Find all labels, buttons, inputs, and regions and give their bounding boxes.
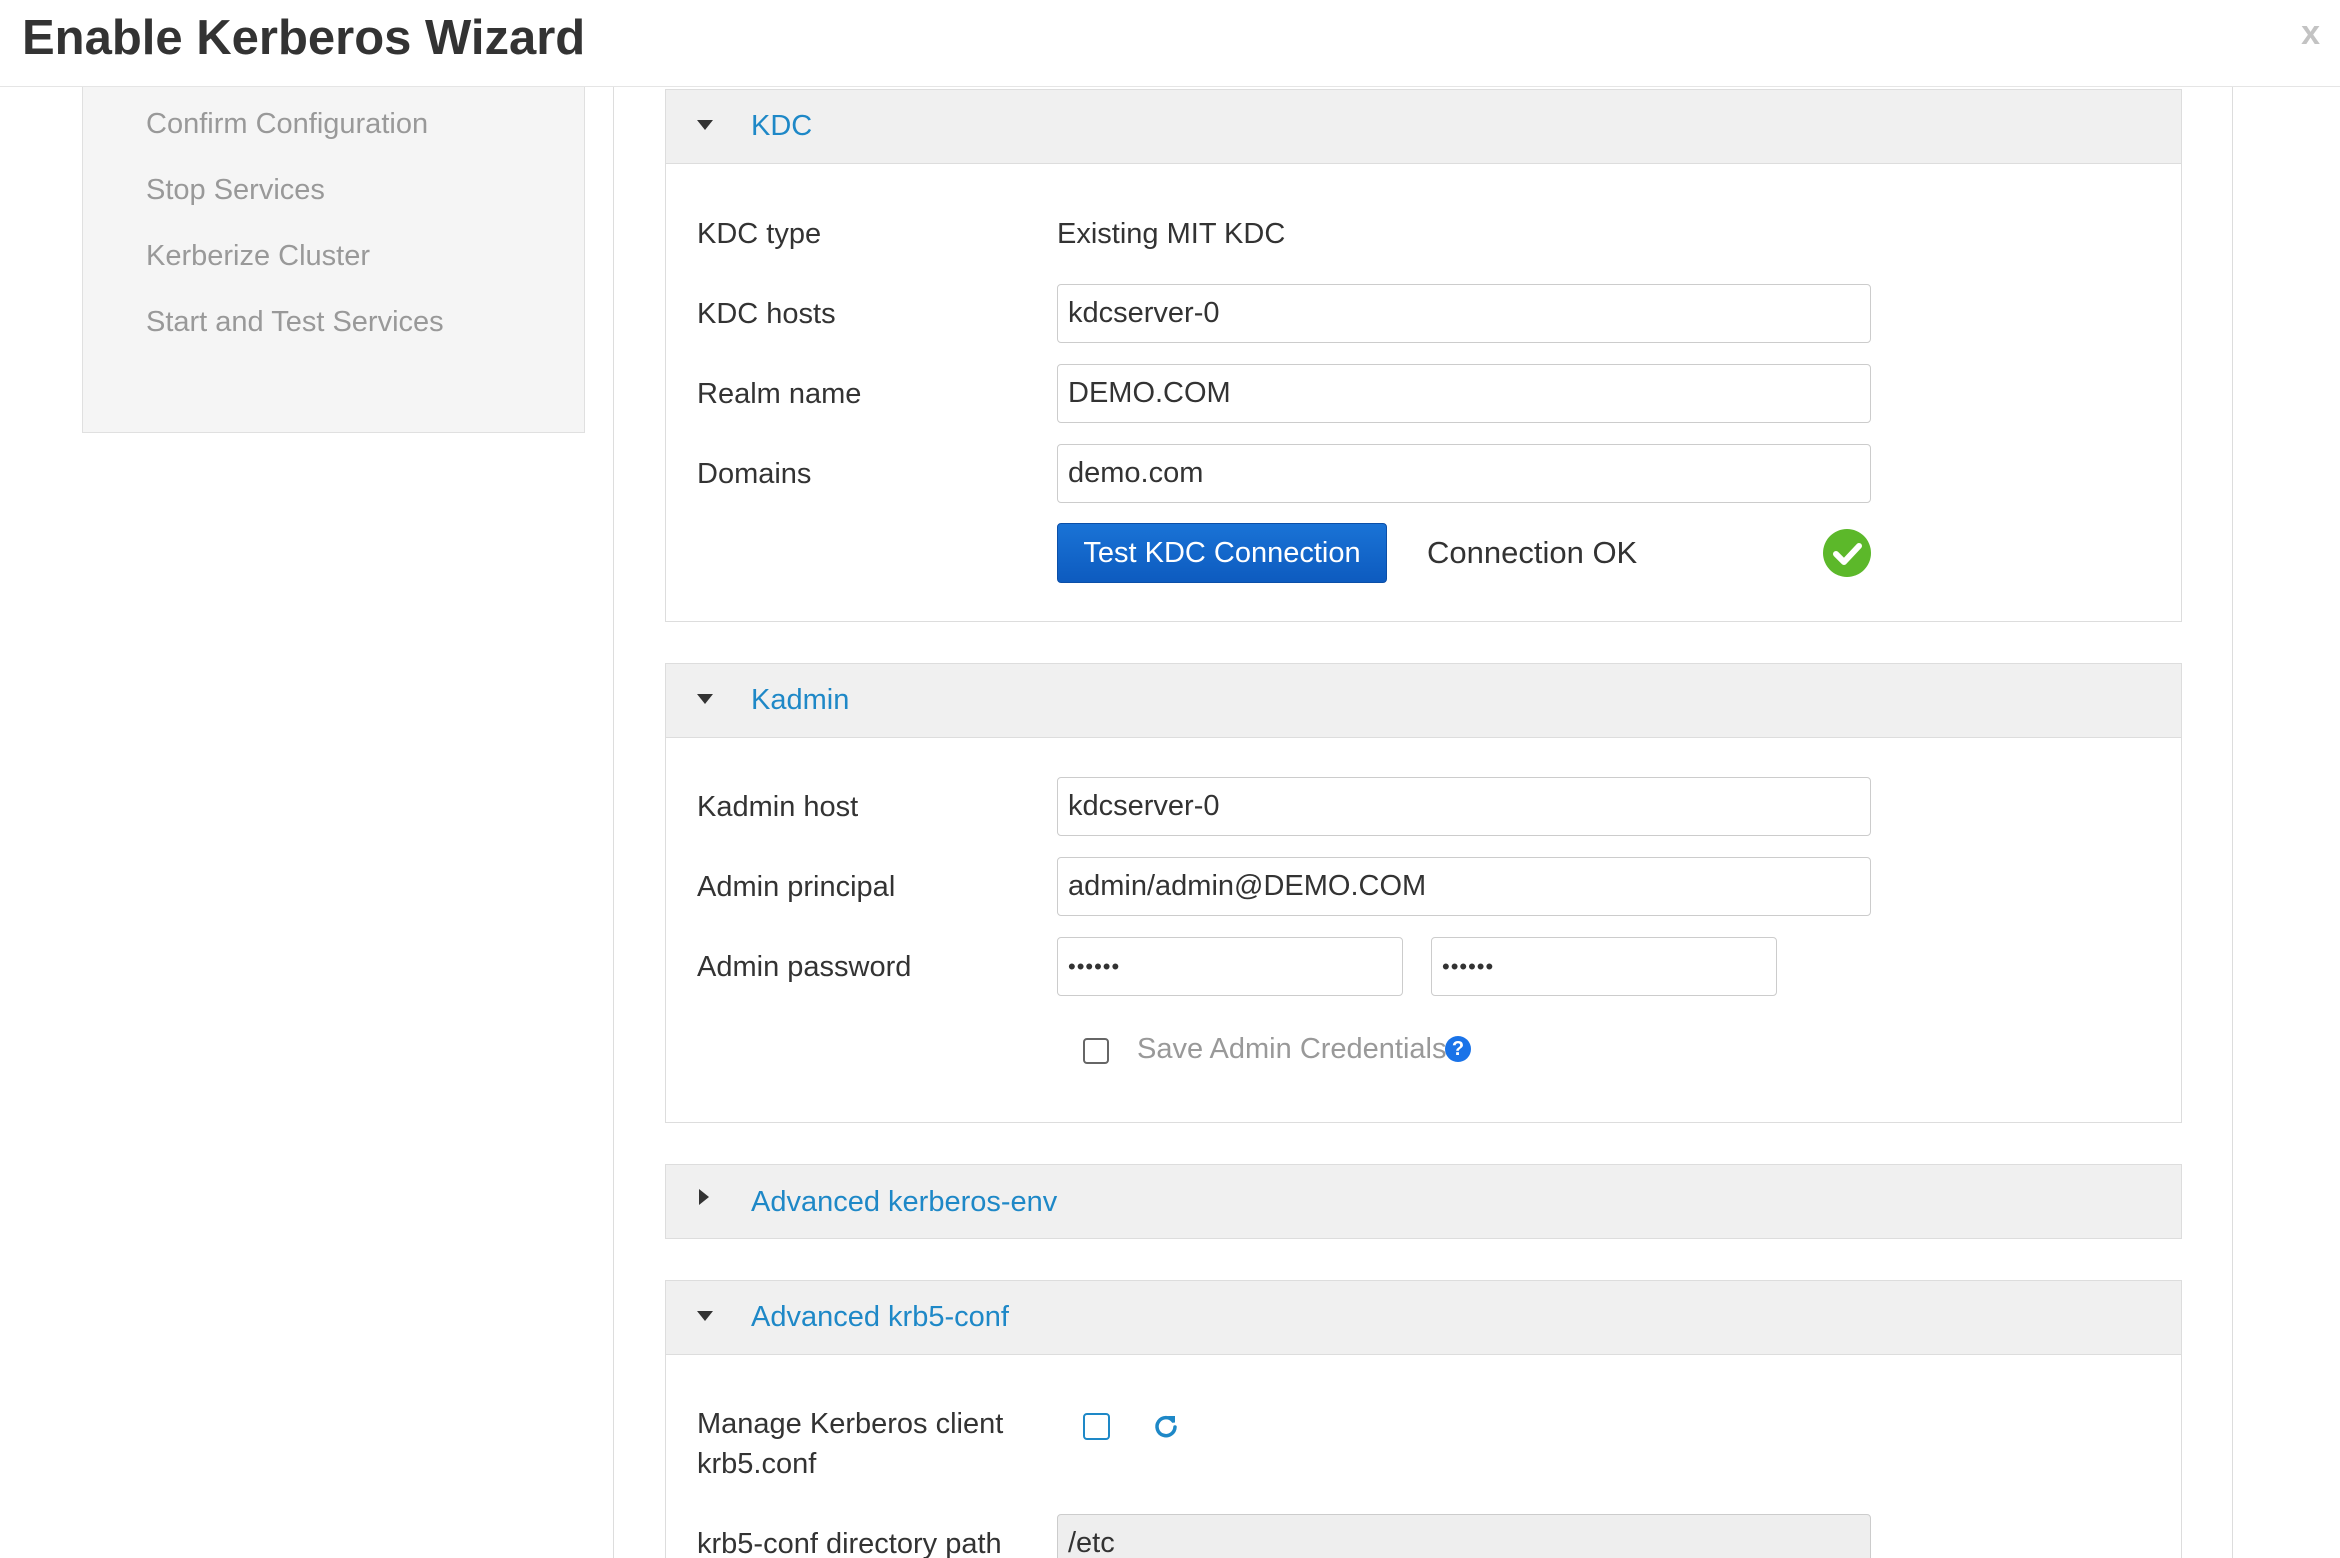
admin-password-label: Admin password [697, 951, 912, 983]
kdc-type-value: Existing MIT KDC [1057, 218, 1286, 250]
kdc-hosts-input[interactable]: kdcserver-0 [1057, 284, 1871, 343]
realm-name-label: Realm name [697, 378, 862, 410]
caret-down-icon [697, 1311, 713, 1321]
save-admin-credentials-checkbox[interactable] [1083, 1038, 1109, 1064]
save-admin-credentials-label: Save Admin Credentials [1137, 1033, 1447, 1065]
step-kerberize-cluster[interactable]: Kerberize Cluster [146, 240, 370, 273]
check-mark-glyph [1833, 543, 1862, 565]
wizard-header: Enable Kerberos Wizard x [0, 0, 2340, 87]
kdc-panel-title: KDC [751, 110, 813, 142]
admin-password-confirm-input[interactable]: •••••• [1431, 937, 1777, 996]
kdc-hosts-label: KDC hosts [697, 298, 836, 330]
close-icon[interactable]: x [2301, 14, 2320, 53]
domains-label: Domains [697, 458, 812, 490]
step-confirm-configuration[interactable]: Confirm Configuration [146, 108, 428, 141]
admin-principal-label: Admin principal [697, 871, 896, 903]
advanced-krb5-conf-header[interactable]: Advanced krb5-conf [666, 1281, 2181, 1355]
admin-principal-input[interactable]: admin/admin@DEMO.COM [1057, 857, 1871, 916]
krb5-conf-directory-label: krb5-conf directory path [697, 1528, 1002, 1558]
content-divider-right [2232, 87, 2233, 1558]
kadmin-host-label: Kadmin host [697, 791, 859, 823]
kdc-panel: KDC KDC type Existing MIT KDC KDC hosts … [665, 89, 2182, 622]
kadmin-panel: Kadmin Kadmin host kdcserver-0 Admin pri… [665, 663, 2182, 1123]
kdc-type-label: KDC type [697, 218, 822, 250]
step-stop-services[interactable]: Stop Services [146, 174, 325, 207]
realm-name-input[interactable]: DEMO.COM [1057, 364, 1871, 423]
help-icon[interactable]: ? [1445, 1036, 1471, 1062]
kadmin-panel-title: Kadmin [751, 684, 850, 716]
manage-krb5-checkbox[interactable] [1083, 1413, 1110, 1440]
caret-right-icon [699, 1189, 709, 1205]
step-start-and-test-services[interactable]: Start and Test Services [146, 306, 444, 339]
refresh-icon[interactable] [1153, 1413, 1179, 1439]
check-circle-icon [1823, 529, 1871, 577]
advanced-krb5-conf-panel: Advanced krb5-conf Manage Kerberos clien… [665, 1280, 2182, 1558]
advanced-kerberos-env-panel: Advanced kerberos-env [665, 1164, 2182, 1239]
krb5-conf-directory-input[interactable]: /etc [1057, 1514, 1871, 1558]
connection-status: Connection OK [1427, 535, 1638, 570]
test-kdc-connection-button[interactable]: Test KDC Connection [1057, 523, 1387, 583]
wizard-title: Enable Kerberos Wizard [22, 11, 586, 65]
admin-password-input[interactable]: •••••• [1057, 937, 1403, 996]
advanced-kerberos-env-title: Advanced kerberos-env [751, 1186, 1058, 1218]
caret-down-icon [697, 694, 713, 704]
domains-input[interactable]: demo.com [1057, 444, 1871, 503]
kdc-panel-header[interactable]: KDC [666, 90, 2181, 164]
wizard-steps-sidebar: Confirm Configuration Stop Services Kerb… [82, 87, 585, 433]
advanced-kerberos-env-header[interactable]: Advanced kerberos-env [666, 1165, 2181, 1238]
kadmin-panel-header[interactable]: Kadmin [666, 664, 2181, 738]
manage-krb5-label-line2: krb5.conf [697, 1448, 817, 1480]
kadmin-host-input[interactable]: kdcserver-0 [1057, 777, 1871, 836]
manage-krb5-label-line1: Manage Kerberos client [697, 1408, 1004, 1440]
content-divider [613, 87, 614, 1558]
advanced-krb5-conf-title: Advanced krb5-conf [751, 1301, 1009, 1333]
caret-down-icon [697, 120, 713, 130]
